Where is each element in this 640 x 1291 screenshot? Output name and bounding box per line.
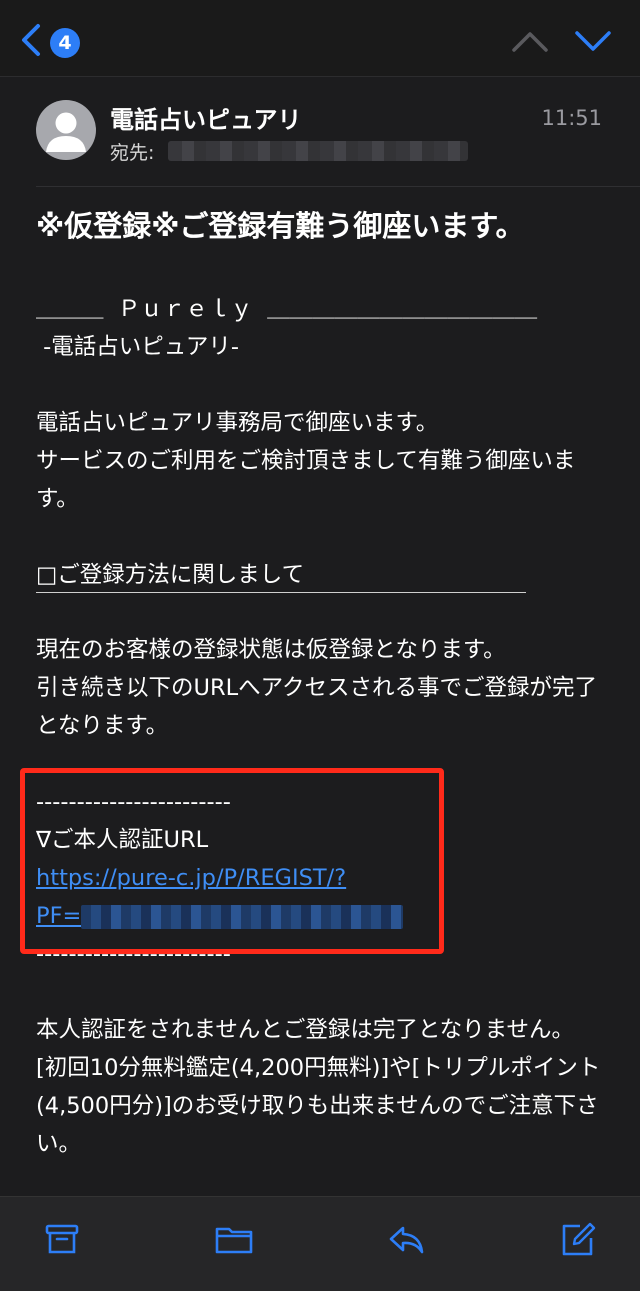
banner-line-1: ＿＿＿ Ｐｕｒｅｌｙ ＿＿＿＿＿＿＿＿＿＿＿＿ [36, 296, 538, 322]
chevron-down-icon [575, 31, 611, 51]
folder-icon [215, 1227, 253, 1254]
recipient-address-redacted[interactable] [168, 141, 468, 161]
archive-icon [45, 1224, 79, 1254]
bottom-toolbar [0, 1196, 640, 1291]
chevron-left-icon [22, 24, 40, 56]
section-heading: □ご登録方法に関しまして [36, 562, 305, 588]
compose-icon [562, 1222, 596, 1256]
warning-line-1: 本人認証をされませんとご登録は完了となりません。 [36, 1017, 574, 1043]
email-body: ＿＿＿ Ｐｕｒｅｌｙ ＿＿＿＿＿＿＿＿＿＿＿＿ -電話占いピュアリ- 電話占いピ… [36, 290, 616, 1163]
next-message-button[interactable] [573, 26, 613, 56]
previous-message-button[interactable] [510, 26, 550, 56]
url-highlight-box [20, 768, 444, 954]
intro-line-1: 電話占いピュアリ事務局で御座います。 [36, 410, 439, 436]
message-time: 11:51 [541, 106, 602, 130]
archive-button[interactable] [42, 1219, 82, 1259]
move-to-folder-button[interactable] [214, 1219, 254, 1259]
unread-count-badge[interactable]: 4 [50, 28, 80, 58]
intro-line-2: サービスのご利用をご検討頂きまして有難う御座います。 [36, 448, 576, 512]
top-nav-bar: 4 [0, 0, 640, 77]
sender-name[interactable]: 電話占いピュアリ [110, 100, 302, 135]
email-subject: ※仮登録※ご登録有難う御座います。 [36, 209, 525, 243]
recipient-label: 宛先: [110, 142, 155, 164]
warning-line-2: [初回10分無料鑑定(4,200円無料)]や[トリプルポイント(4,500円分)… [36, 1055, 601, 1157]
reply-icon [389, 1226, 424, 1254]
compose-button[interactable] [558, 1219, 598, 1259]
back-button[interactable] [14, 20, 50, 60]
avatar[interactable] [36, 100, 96, 160]
status-line-1: 現在のお客様の登録状態は仮登録となります。 [36, 637, 506, 663]
chevron-up-icon [512, 32, 548, 52]
person-icon [46, 112, 86, 152]
status-line-2: 引き続き以下のURLへアクセスされる事でご登録が完了となります。 [36, 675, 598, 739]
header-divider [36, 186, 640, 187]
reply-button[interactable] [386, 1219, 426, 1259]
banner-line-2: -電話占いピュアリ- [36, 334, 239, 360]
